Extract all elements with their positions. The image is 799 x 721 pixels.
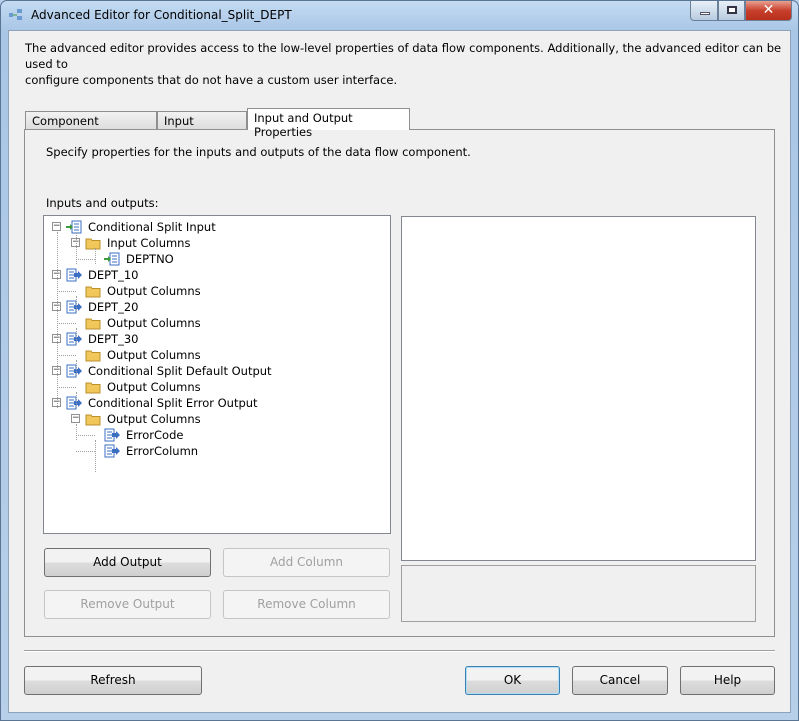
folder-icon xyxy=(85,284,101,298)
inputs-outputs-tree[interactable]: − Conditional Split Input − Input Columns DE… xyxy=(43,215,391,534)
add-output-button[interactable]: Add Output xyxy=(44,548,211,577)
tree-connector xyxy=(76,392,77,408)
tree-node[interactable]: − DEPT_10 xyxy=(44,267,384,283)
collapse-icon[interactable]: − xyxy=(71,414,80,423)
tree-node[interactable]: − Conditional Split Error Output xyxy=(44,395,384,411)
ok-button[interactable]: OK xyxy=(465,666,560,695)
add-column-button[interactable]: Add Column xyxy=(223,548,390,577)
tree-node[interactable]: Output Columns xyxy=(44,379,384,395)
tree-node-label: Output Columns xyxy=(107,412,201,426)
output-icon xyxy=(66,364,82,378)
tree-connector xyxy=(76,259,95,260)
description-line: The advanced editor provides access to t… xyxy=(25,41,782,71)
tree-connector xyxy=(57,323,76,324)
editor-description: The advanced editor provides access to t… xyxy=(25,40,799,88)
tree-node-label: Conditional Split Default Output xyxy=(88,364,272,378)
tree-node-label: DEPTNO xyxy=(126,252,174,266)
input-column-icon xyxy=(104,252,120,266)
tree-node-label: Output Columns xyxy=(107,284,201,298)
help-button[interactable]: Help xyxy=(680,666,775,695)
app-icon xyxy=(9,9,22,20)
panel-instruction: Specify properties for the inputs and ou… xyxy=(46,145,471,159)
tree-connector xyxy=(95,440,96,472)
window-title: Advanced Editor for Conditional_Split_DE… xyxy=(31,8,292,22)
tree-label: Inputs and outputs: xyxy=(46,196,159,210)
tree-node-label: Input Columns xyxy=(107,236,191,250)
tab-component-properties[interactable]: Component Properties xyxy=(25,111,157,142)
tab-input-columns[interactable]: Input Columns xyxy=(157,111,247,142)
tree-connector xyxy=(57,232,58,408)
output-icon xyxy=(66,300,82,314)
output-column-icon xyxy=(104,444,120,458)
tree-node-label: DEPT_10 xyxy=(88,268,139,282)
tree-connector xyxy=(57,387,76,388)
tree-node[interactable]: Output Columns xyxy=(44,315,384,331)
tree-node-label: Output Columns xyxy=(107,380,201,394)
close-icon: ✕ xyxy=(762,2,775,18)
tree-node[interactable]: − Conditional Split Default Output xyxy=(44,363,384,379)
maximize-icon xyxy=(727,6,737,14)
output-icon xyxy=(66,396,82,410)
tab-input-output-properties[interactable]: Input and Output Properties xyxy=(247,108,410,139)
tree-connector xyxy=(76,451,95,452)
output-icon xyxy=(66,268,82,282)
input-icon xyxy=(66,220,82,234)
minimize-icon xyxy=(700,12,710,15)
tree-node[interactable]: − DEPT_20 xyxy=(44,299,384,315)
tree-node-label: Output Columns xyxy=(107,348,201,362)
tree-node[interactable]: − DEPT_30 xyxy=(44,331,384,347)
tree-connector xyxy=(76,232,77,264)
tree-node[interactable]: Output Columns xyxy=(44,347,384,363)
output-column-icon xyxy=(104,428,120,442)
folder-icon xyxy=(85,316,101,330)
separator xyxy=(24,650,775,652)
tree-connector xyxy=(76,435,95,436)
folder-icon xyxy=(85,348,101,362)
tree-node-label: Output Columns xyxy=(107,316,201,330)
remove-column-button[interactable]: Remove Column xyxy=(223,590,390,619)
tree-node-label: ErrorColumn xyxy=(126,444,199,458)
tree-connector xyxy=(76,424,77,440)
tree-node-label: DEPT_20 xyxy=(88,300,139,314)
minimize-button[interactable] xyxy=(690,1,718,21)
tree-connector xyxy=(76,296,77,312)
tree-connector xyxy=(76,360,77,376)
close-button[interactable]: ✕ xyxy=(745,1,792,21)
tree-node[interactable]: Output Columns xyxy=(44,283,384,299)
tree-node[interactable]: − Conditional Split Input xyxy=(44,219,384,235)
tree-connector xyxy=(76,328,77,344)
folder-icon xyxy=(85,380,101,394)
tree-connector xyxy=(95,248,96,264)
properties-grid[interactable] xyxy=(401,216,756,561)
output-icon xyxy=(66,332,82,346)
tree-node-label: Conditional Split Input xyxy=(88,220,216,234)
refresh-button[interactable]: Refresh xyxy=(24,666,202,695)
tree-connector xyxy=(57,291,76,292)
tree-node-label: Conditional Split Error Output xyxy=(88,396,258,410)
folder-icon xyxy=(85,412,101,426)
tree-node-label: DEPT_30 xyxy=(88,332,139,346)
remove-output-button[interactable]: Remove Output xyxy=(44,590,211,619)
property-description-pane xyxy=(401,565,756,622)
tree-node[interactable]: − Output Columns xyxy=(44,411,384,427)
collapse-icon[interactable]: − xyxy=(52,222,61,231)
maximize-button[interactable] xyxy=(718,1,745,21)
description-line: configure components that do not have a … xyxy=(25,73,398,87)
folder-icon xyxy=(85,236,101,250)
tree-connector xyxy=(57,355,76,356)
tree-node-label: ErrorCode xyxy=(126,428,184,442)
cancel-button[interactable]: Cancel xyxy=(572,666,668,695)
